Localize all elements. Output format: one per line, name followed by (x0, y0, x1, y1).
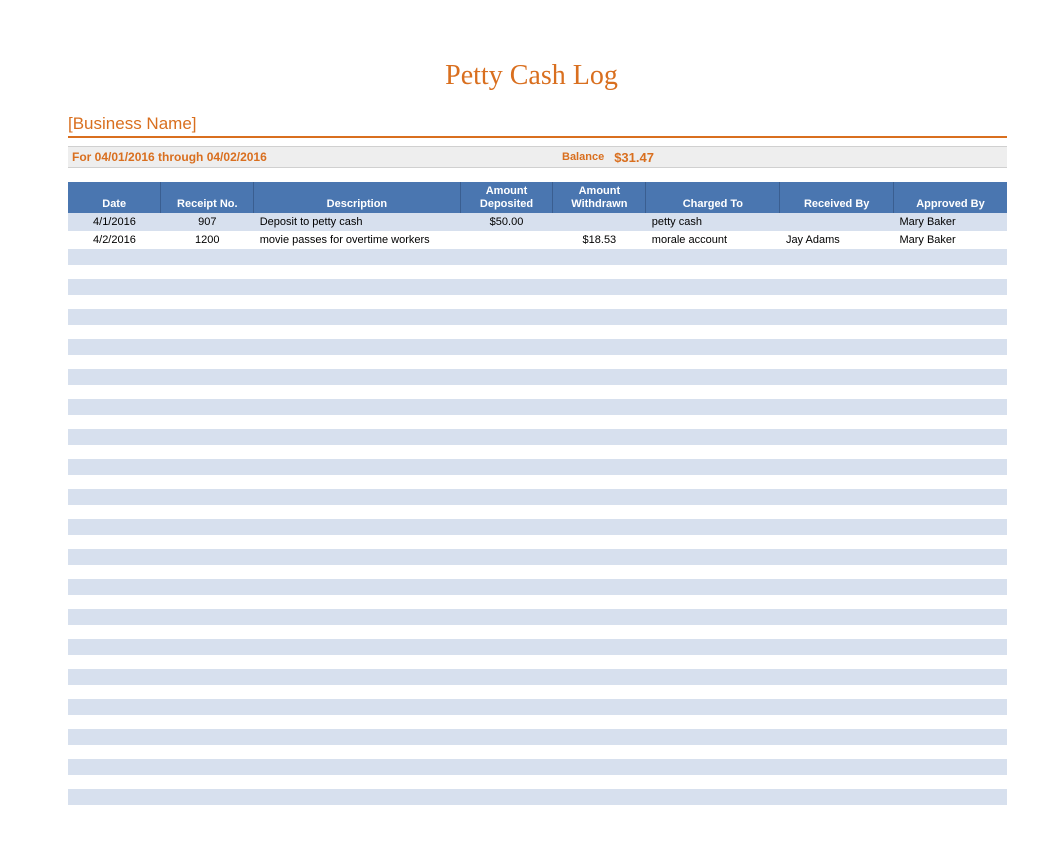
table-row-empty (68, 309, 1007, 325)
table-row-empty (68, 595, 1007, 609)
period-row: For 04/01/2016 through 04/02/2016 Balanc… (68, 146, 1007, 168)
page-title: Petty Cash Log (56, 60, 1007, 92)
balance-label: Balance (562, 151, 604, 163)
table-row: 4/1/2016907Deposit to petty cash$50.00 pe… (68, 213, 1007, 231)
cell-date: 4/1/2016 (68, 213, 161, 231)
table-row-empty (68, 699, 1007, 715)
table-row-empty (68, 385, 1007, 399)
table-row-empty (68, 475, 1007, 489)
cell-approved_by: Mary Baker (893, 213, 1007, 231)
balance-value: $31.47 (614, 150, 654, 165)
table-header-row: Date Receipt No. Description AmountDepos… (68, 182, 1007, 213)
divider (68, 136, 1007, 138)
period-text: For 04/01/2016 through 04/02/2016 (72, 150, 562, 164)
table-row-empty (68, 399, 1007, 415)
business-name: [Business Name] (68, 114, 1007, 136)
table-row-empty (68, 249, 1007, 265)
table-row-empty (68, 729, 1007, 745)
col-header-approved-by: Approved By (893, 182, 1007, 213)
table-row-empty (68, 325, 1007, 339)
cell-receipt: 907 (161, 213, 254, 231)
table-row-empty (68, 519, 1007, 535)
table-row-empty (68, 745, 1007, 759)
table-row-empty (68, 549, 1007, 565)
cell-withdrawn (553, 213, 646, 231)
cell-charged_to: petty cash (646, 213, 780, 231)
table-row: 4/2/20161200movie passes for overtime wo… (68, 231, 1007, 249)
table-row-empty (68, 265, 1007, 279)
table-row-empty (68, 355, 1007, 369)
table-row-empty (68, 685, 1007, 699)
col-header-charged-to: Charged To (646, 182, 780, 213)
table-row-empty (68, 489, 1007, 505)
document-container: Petty Cash Log [Business Name] For 04/01… (0, 0, 1057, 845)
cell-deposited: $50.00 (460, 213, 553, 231)
table-row-empty (68, 609, 1007, 625)
cell-deposited (460, 231, 553, 249)
table-body: 4/1/2016907Deposit to petty cash$50.00 pe… (68, 213, 1007, 805)
table-row-empty (68, 565, 1007, 579)
cell-description: movie passes for overtime workers (254, 231, 460, 249)
table-row-empty (68, 669, 1007, 685)
cell-received_by (780, 213, 894, 231)
table-row-empty (68, 625, 1007, 639)
table-row-empty (68, 505, 1007, 519)
table-row-empty (68, 655, 1007, 669)
col-header-withdrawn: AmountWithdrawn (553, 182, 646, 213)
table-row-empty (68, 775, 1007, 789)
table-row-empty (68, 639, 1007, 655)
table-row-empty (68, 415, 1007, 429)
cell-description: Deposit to petty cash (254, 213, 460, 231)
cell-date: 4/2/2016 (68, 231, 161, 249)
table-row-empty (68, 429, 1007, 445)
col-header-date: Date (68, 182, 161, 213)
table-row-empty (68, 535, 1007, 549)
cell-approved_by: Mary Baker (893, 231, 1007, 249)
table-row-empty (68, 295, 1007, 309)
table-row-empty (68, 759, 1007, 775)
table-row-empty (68, 339, 1007, 355)
col-header-deposited: AmountDeposited (460, 182, 553, 213)
table-row-empty (68, 715, 1007, 729)
table-row-empty (68, 279, 1007, 295)
table-row-empty (68, 369, 1007, 385)
table-row-empty (68, 789, 1007, 805)
table-row-empty (68, 579, 1007, 595)
col-header-receipt: Receipt No. (161, 182, 254, 213)
table-row-empty (68, 459, 1007, 475)
col-header-received-by: Received By (780, 182, 894, 213)
cell-withdrawn: $18.53 (553, 231, 646, 249)
table-row-empty (68, 445, 1007, 459)
petty-cash-table: Date Receipt No. Description AmountDepos… (68, 182, 1007, 805)
cell-receipt: 1200 (161, 231, 254, 249)
cell-received_by: Jay Adams (780, 231, 894, 249)
col-header-description: Description (254, 182, 460, 213)
cell-charged_to: morale account (646, 231, 780, 249)
